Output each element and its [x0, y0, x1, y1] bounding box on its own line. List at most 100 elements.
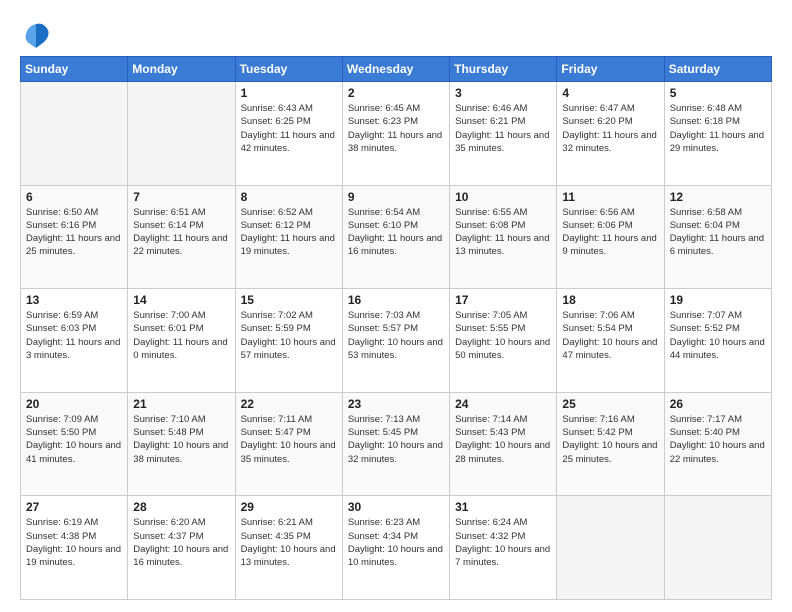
- day-info: Sunrise: 6:20 AM Sunset: 4:37 PM Dayligh…: [133, 516, 229, 569]
- day-number: 31: [455, 500, 551, 514]
- table-row: 7 Sunrise: 6:51 AM Sunset: 6:14 PM Daylig…: [128, 185, 235, 289]
- day-number: 15: [241, 293, 337, 307]
- table-row: 8 Sunrise: 6:52 AM Sunset: 6:12 PM Daylig…: [235, 185, 342, 289]
- table-row: 1 Sunrise: 6:43 AM Sunset: 6:25 PM Daylig…: [235, 82, 342, 186]
- day-number: 22: [241, 397, 337, 411]
- col-saturday: Saturday: [664, 57, 771, 82]
- table-row: 12 Sunrise: 6:58 AM Sunset: 6:04 PM Dayli…: [664, 185, 771, 289]
- day-number: 5: [670, 86, 766, 100]
- day-info: Sunrise: 7:16 AM Sunset: 5:42 PM Dayligh…: [562, 413, 658, 466]
- day-number: 30: [348, 500, 444, 514]
- col-monday: Monday: [128, 57, 235, 82]
- table-row: [664, 496, 771, 600]
- day-number: 20: [26, 397, 122, 411]
- day-info: Sunrise: 7:03 AM Sunset: 5:57 PM Dayligh…: [348, 309, 444, 362]
- day-number: 18: [562, 293, 658, 307]
- day-info: Sunrise: 7:10 AM Sunset: 5:48 PM Dayligh…: [133, 413, 229, 466]
- table-row: [21, 82, 128, 186]
- day-number: 8: [241, 190, 337, 204]
- day-number: 27: [26, 500, 122, 514]
- table-row: 10Sunrise: 6:55 AM Sunset: 6:08 PM Dayli…: [450, 185, 557, 289]
- day-info: Sunrise: 6:46 AM Sunset: 6:21 PM Dayligh…: [455, 102, 551, 155]
- table-row: 25 Sunrise: 7:16 AM Sunset: 5:42 PM Dayli…: [557, 392, 664, 496]
- day-info: Sunrise: 6:47 AM Sunset: 6:20 PM Dayligh…: [562, 102, 658, 155]
- table-row: 3 Sunrise: 6:46 AM Sunset: 6:21 PM Daylig…: [450, 82, 557, 186]
- day-number: 24: [455, 397, 551, 411]
- day-info: Sunrise: 7:02 AM Sunset: 5:59 PM Dayligh…: [241, 309, 337, 362]
- day-number: 11: [562, 190, 658, 204]
- day-number: 17: [455, 293, 551, 307]
- day-info: Sunrise: 7:09 AM Sunset: 5:50 PM Dayligh…: [26, 413, 122, 466]
- page: Sunday Monday Tuesday Wednesday Thursday…: [0, 0, 792, 612]
- day-info: Sunrise: 6:51 AM Sunset: 6:14 PM Dayligh…: [133, 206, 229, 259]
- table-row: 11 Sunrise: 6:56 AM Sunset: 6:06 PM Dayli…: [557, 185, 664, 289]
- day-number: 14: [133, 293, 229, 307]
- day-info: Sunrise: 7:13 AM Sunset: 5:45 PM Dayligh…: [348, 413, 444, 466]
- logo: [20, 20, 50, 48]
- table-row: 14Sunrise: 7:00 AM Sunset: 6:01 PM Dayli…: [128, 289, 235, 393]
- day-info: Sunrise: 6:54 AM Sunset: 6:10 PM Dayligh…: [348, 206, 444, 259]
- table-row: 27 Sunrise: 6:19 AM Sunset: 4:38 PM Dayli…: [21, 496, 128, 600]
- day-info: Sunrise: 7:06 AM Sunset: 5:54 PM Dayligh…: [562, 309, 658, 362]
- day-number: 19: [670, 293, 766, 307]
- table-row: 18 Sunrise: 7:06 AM Sunset: 5:54 PM Dayli…: [557, 289, 664, 393]
- day-number: 21: [133, 397, 229, 411]
- table-row: 5Sunrise: 6:48 AM Sunset: 6:18 PM Daylig…: [664, 82, 771, 186]
- day-number: 7: [133, 190, 229, 204]
- day-info: Sunrise: 6:43 AM Sunset: 6:25 PM Dayligh…: [241, 102, 337, 155]
- table-row: 20 Sunrise: 7:09 AM Sunset: 5:50 PM Dayli…: [21, 392, 128, 496]
- calendar-week-row: 1 Sunrise: 6:43 AM Sunset: 6:25 PM Daylig…: [21, 82, 772, 186]
- table-row: 19 Sunrise: 7:07 AM Sunset: 5:52 PM Dayli…: [664, 289, 771, 393]
- day-number: 9: [348, 190, 444, 204]
- day-info: Sunrise: 6:56 AM Sunset: 6:06 PM Dayligh…: [562, 206, 658, 259]
- table-row: 4Sunrise: 6:47 AM Sunset: 6:20 PM Daylig…: [557, 82, 664, 186]
- calendar-week-row: 20 Sunrise: 7:09 AM Sunset: 5:50 PM Dayli…: [21, 392, 772, 496]
- day-info: Sunrise: 7:14 AM Sunset: 5:43 PM Dayligh…: [455, 413, 551, 466]
- table-row: 24 Sunrise: 7:14 AM Sunset: 5:43 PM Dayli…: [450, 392, 557, 496]
- day-number: 3: [455, 86, 551, 100]
- header: [20, 16, 772, 48]
- col-tuesday: Tuesday: [235, 57, 342, 82]
- day-info: Sunrise: 7:07 AM Sunset: 5:52 PM Dayligh…: [670, 309, 766, 362]
- col-friday: Friday: [557, 57, 664, 82]
- day-info: Sunrise: 6:19 AM Sunset: 4:38 PM Dayligh…: [26, 516, 122, 569]
- calendar-week-row: 27 Sunrise: 6:19 AM Sunset: 4:38 PM Dayli…: [21, 496, 772, 600]
- day-number: 2: [348, 86, 444, 100]
- day-info: Sunrise: 7:11 AM Sunset: 5:47 PM Dayligh…: [241, 413, 337, 466]
- day-info: Sunrise: 6:58 AM Sunset: 6:04 PM Dayligh…: [670, 206, 766, 259]
- table-row: 16Sunrise: 7:03 AM Sunset: 5:57 PM Dayli…: [342, 289, 449, 393]
- table-row: 31 Sunrise: 6:24 AM Sunset: 4:32 PM Dayli…: [450, 496, 557, 600]
- table-row: 30 Sunrise: 6:23 AM Sunset: 4:34 PM Dayli…: [342, 496, 449, 600]
- table-row: 26 Sunrise: 7:17 AM Sunset: 5:40 PM Dayli…: [664, 392, 771, 496]
- day-info: Sunrise: 6:50 AM Sunset: 6:16 PM Dayligh…: [26, 206, 122, 259]
- day-info: Sunrise: 6:55 AM Sunset: 6:08 PM Dayligh…: [455, 206, 551, 259]
- calendar-week-row: 6Sunrise: 6:50 AM Sunset: 6:16 PM Daylig…: [21, 185, 772, 289]
- day-number: 1: [241, 86, 337, 100]
- table-row: 6Sunrise: 6:50 AM Sunset: 6:16 PM Daylig…: [21, 185, 128, 289]
- calendar-table: Sunday Monday Tuesday Wednesday Thursday…: [20, 56, 772, 600]
- day-number: 12: [670, 190, 766, 204]
- table-row: 22 Sunrise: 7:11 AM Sunset: 5:47 PM Dayli…: [235, 392, 342, 496]
- table-row: 2Sunrise: 6:45 AM Sunset: 6:23 PM Daylig…: [342, 82, 449, 186]
- table-row: 23 Sunrise: 7:13 AM Sunset: 5:45 PM Dayli…: [342, 392, 449, 496]
- table-row: 17 Sunrise: 7:05 AM Sunset: 5:55 PM Dayli…: [450, 289, 557, 393]
- day-info: Sunrise: 7:05 AM Sunset: 5:55 PM Dayligh…: [455, 309, 551, 362]
- day-info: Sunrise: 6:24 AM Sunset: 4:32 PM Dayligh…: [455, 516, 551, 569]
- calendar-week-row: 13Sunrise: 6:59 AM Sunset: 6:03 PM Dayli…: [21, 289, 772, 393]
- table-row: [557, 496, 664, 600]
- table-row: [128, 82, 235, 186]
- logo-icon: [22, 20, 50, 48]
- day-number: 23: [348, 397, 444, 411]
- day-number: 25: [562, 397, 658, 411]
- table-row: 9 Sunrise: 6:54 AM Sunset: 6:10 PM Daylig…: [342, 185, 449, 289]
- day-info: Sunrise: 6:52 AM Sunset: 6:12 PM Dayligh…: [241, 206, 337, 259]
- table-row: 15 Sunrise: 7:02 AM Sunset: 5:59 PM Dayli…: [235, 289, 342, 393]
- day-number: 29: [241, 500, 337, 514]
- day-number: 26: [670, 397, 766, 411]
- col-sunday: Sunday: [21, 57, 128, 82]
- day-info: Sunrise: 6:23 AM Sunset: 4:34 PM Dayligh…: [348, 516, 444, 569]
- table-row: 21 Sunrise: 7:10 AM Sunset: 5:48 PM Dayli…: [128, 392, 235, 496]
- calendar-header-row: Sunday Monday Tuesday Wednesday Thursday…: [21, 57, 772, 82]
- day-info: Sunrise: 7:17 AM Sunset: 5:40 PM Dayligh…: [670, 413, 766, 466]
- table-row: 13Sunrise: 6:59 AM Sunset: 6:03 PM Dayli…: [21, 289, 128, 393]
